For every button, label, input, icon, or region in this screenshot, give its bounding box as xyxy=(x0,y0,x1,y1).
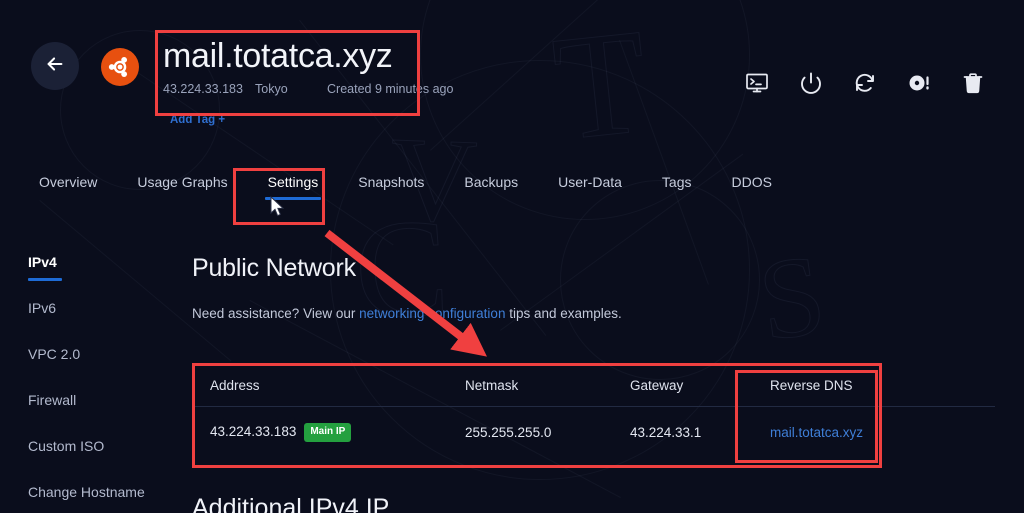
ubuntu-logo-icon xyxy=(101,48,139,86)
settings-sidebar: IPv4 IPv6 VPC 2.0 Firewall Custom ISO Ch… xyxy=(0,252,182,513)
server-meta: 43.224.33.183 Tokyo Created 9 minutes ag… xyxy=(163,82,503,96)
cell-reverse-dns: mail.totatca.xyz xyxy=(752,407,892,459)
reverse-dns-link[interactable]: mail.totatca.xyz xyxy=(770,425,863,440)
tab-tags[interactable]: Tags xyxy=(651,172,703,204)
sidebar-item-change-hostname[interactable]: Change Hostname xyxy=(28,482,182,513)
networking-configuration-link[interactable]: networking configuration xyxy=(359,306,505,321)
public-network-table: Address Netmask Gateway Reverse DNS 43.2… xyxy=(192,365,995,458)
status-badge: Main IP xyxy=(304,423,352,442)
tab-overview[interactable]: Overview xyxy=(28,172,108,204)
assistance-text: Need assistance? View our networking con… xyxy=(192,306,1002,321)
server-title-block: mail.totatca.xyz 43.224.33.183 Tokyo Cre… xyxy=(163,34,503,96)
column-header-gateway: Gateway xyxy=(612,365,752,407)
main-content: Public Network Need assistance? View our… xyxy=(192,252,1002,321)
tab-usage-graphs[interactable]: Usage Graphs xyxy=(126,172,238,204)
server-ip: 43.224.33.183 xyxy=(163,82,243,96)
column-header-address: Address xyxy=(192,365,447,407)
arrow-left-icon xyxy=(44,53,66,80)
sidebar-item-ipv6[interactable]: IPv6 xyxy=(28,298,182,344)
sidebar-item-ipv4[interactable]: IPv4 xyxy=(28,252,182,298)
tab-backups[interactable]: Backups xyxy=(453,172,529,204)
column-header-netmask: Netmask xyxy=(447,365,612,407)
server-location: Tokyo xyxy=(255,82,288,96)
tab-user-data[interactable]: User-Data xyxy=(547,172,633,204)
tab-settings[interactable]: Settings xyxy=(257,172,330,204)
sidebar-item-custom-iso[interactable]: Custom ISO xyxy=(28,436,182,482)
console-icon[interactable] xyxy=(744,70,770,96)
table-row: 43.224.33.183 Main IP 255.255.255.0 43.22… xyxy=(192,407,995,459)
primary-tabs: Overview Usage Graphs Settings Snapshots… xyxy=(0,172,1024,216)
column-header-actions xyxy=(892,365,995,407)
cell-netmask: 255.255.255.0 xyxy=(465,425,552,440)
cell-actions xyxy=(892,407,995,459)
tab-snapshots[interactable]: Snapshots xyxy=(347,172,435,204)
cell-gateway: 43.224.33.1 xyxy=(630,425,702,440)
back-button[interactable] xyxy=(31,42,79,90)
page-title: mail.totatca.xyz xyxy=(163,37,393,75)
table-header-row: Address Netmask Gateway Reverse DNS xyxy=(192,365,995,407)
server-detail-page: T C V S mail.totatca.xyz 43.224.33.183 T… xyxy=(0,0,1024,513)
server-created: Created 9 minutes ago xyxy=(327,82,454,96)
next-section-title: Additional IPv4 IP xyxy=(192,494,390,513)
add-tag-link[interactable]: Add Tag + xyxy=(170,114,225,126)
reinstall-iso-icon[interactable] xyxy=(906,70,932,96)
assistance-prefix: Need assistance? View our xyxy=(192,306,360,321)
address-value: 43.224.33.183 xyxy=(210,424,297,439)
server-action-icons xyxy=(744,70,986,96)
power-icon[interactable] xyxy=(798,70,824,96)
sidebar-item-firewall[interactable]: Firewall xyxy=(28,390,182,436)
page-header: mail.totatca.xyz 43.224.33.183 Tokyo Cre… xyxy=(0,0,1024,140)
delete-trash-icon[interactable] xyxy=(960,70,986,96)
assistance-suffix: tips and examples. xyxy=(505,306,622,321)
section-title: Public Network xyxy=(192,254,356,282)
cell-address: 43.224.33.183 Main IP xyxy=(192,407,447,459)
restart-icon[interactable] xyxy=(852,70,878,96)
column-header-reverse-dns: Reverse DNS xyxy=(752,365,892,407)
tab-ddos[interactable]: DDOS xyxy=(720,172,782,204)
sidebar-item-vpc[interactable]: VPC 2.0 xyxy=(28,344,182,390)
